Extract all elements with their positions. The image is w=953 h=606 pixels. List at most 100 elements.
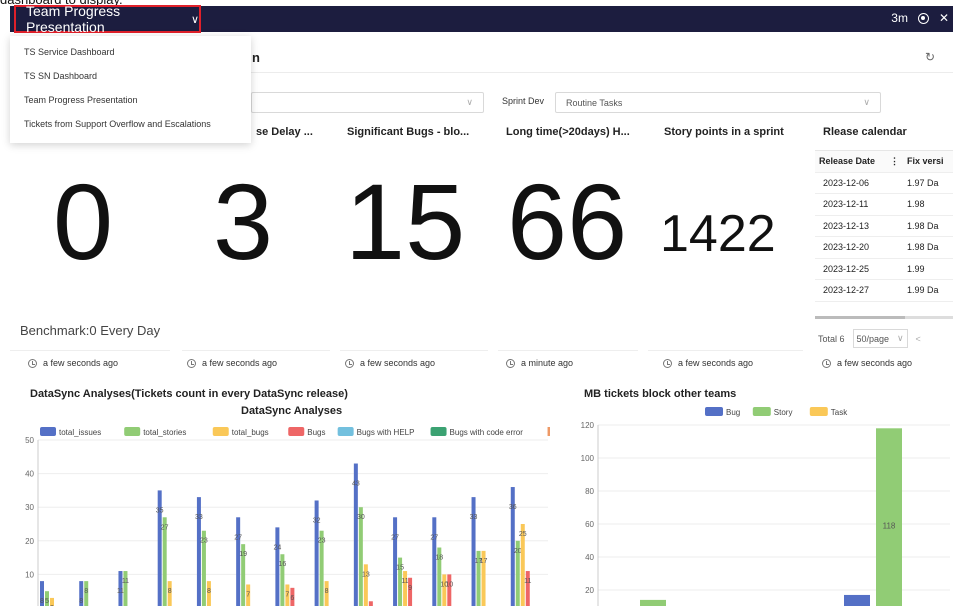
bar (358, 507, 363, 606)
filter-select-1[interactable]: ∨ (251, 92, 484, 113)
dashboard-menu: TS Service Dashboard TS SN Dashboard Tea… (10, 36, 251, 143)
legend-swatch (337, 427, 354, 436)
kpi-value-long-time: 66 (507, 161, 628, 282)
data-label: 33 (470, 514, 478, 521)
kpi-value-delay: 3 (213, 161, 274, 282)
legend-label: total_issues (59, 428, 101, 437)
data-label: 25 (519, 531, 527, 538)
datasync-chart: 10 20 30 40 50 total_issues total_stories total… (25, 427, 550, 606)
legend-label: Story (774, 408, 793, 417)
clock-icon (187, 358, 196, 368)
data-label: 43 (352, 481, 360, 488)
data-label: 11 (117, 588, 124, 595)
legend-label: Bugs (307, 428, 325, 437)
table-header: Release Date ⋮ Fix versi (815, 151, 953, 173)
data-label: 6 (290, 595, 294, 602)
legend-swatch (288, 427, 305, 436)
sprint-label: Sprint Dev (502, 96, 545, 106)
legend-swatch (124, 427, 141, 436)
card-title-long-time: Long time(>20days) H... (506, 126, 630, 138)
bar (447, 574, 452, 606)
data-label: 30 (357, 514, 365, 521)
card-divider (340, 350, 488, 351)
data-label: 27 (234, 534, 242, 541)
data-label: 23 (318, 538, 326, 545)
menu-item-tickets-support[interactable]: Tickets from Support Overflow and Escala… (10, 112, 251, 136)
bar (408, 577, 413, 606)
updated-delay: a few seconds ago (187, 358, 277, 368)
prev-page-icon[interactable]: < (916, 334, 921, 344)
updated-release-calendar: a few seconds ago (822, 358, 912, 368)
data-label: 8 (325, 588, 329, 595)
y-tick-label: 80 (585, 487, 594, 496)
menu-item-team-progress[interactable]: Team Progress Presentation (10, 88, 251, 112)
data-label: 33 (195, 514, 203, 521)
legend-swatch (212, 427, 229, 436)
data-label: 27 (430, 534, 438, 541)
close-icon[interactable]: ✕ (939, 11, 949, 25)
total-count: Total 6 (818, 333, 845, 344)
data-label: 23 (200, 538, 208, 545)
menu-item-ts-service[interactable]: TS Service Dashboard (10, 40, 251, 64)
column-menu-icon[interactable]: ⋮ (890, 156, 899, 167)
data-label: 7 (285, 591, 289, 598)
legend-label: Bugs with HELP (357, 428, 415, 437)
legend-label: total_bugs (232, 428, 269, 437)
column-header-fix-version[interactable]: Fix versi (905, 156, 944, 166)
bar (876, 428, 902, 606)
data-label: 24 (273, 544, 281, 551)
table-row[interactable]: 2023-12-11 1.98 (815, 194, 953, 216)
mb-chart: 20 40 60 80 100 120 Bug Story Task 118 (581, 407, 950, 606)
datasync-chart-title: DataSync Analyses (241, 405, 343, 417)
table-row[interactable]: 2023-12-27 1.99 Da (815, 280, 953, 302)
data-label: 13 (362, 571, 370, 578)
record-icon[interactable] (917, 12, 929, 24)
data-label: 36 (509, 504, 517, 511)
y-tick-label: 50 (25, 436, 34, 445)
top-bar: Team Progress Presentation ∨ 3m ✕ (10, 3, 953, 35)
dashboard-select-label: Team Progress Presentation (26, 3, 121, 35)
table-row[interactable]: 2023-12-20 1.98 Da (815, 237, 953, 259)
kpi-value-bugs: 15 (345, 161, 466, 282)
data-label: 5 (45, 598, 49, 605)
bar (640, 599, 666, 606)
y-tick-label: 40 (585, 553, 594, 562)
menu-item-ts-sn[interactable]: TS SN Dashboard (10, 64, 251, 88)
updated-bugs: a few seconds ago (345, 358, 435, 368)
legend-swatch (705, 407, 723, 416)
data-label: 27 (161, 524, 169, 531)
page-size-select[interactable]: 50/page ∨ (852, 329, 908, 348)
refresh-interval[interactable]: 3m (891, 11, 908, 25)
updated-first: a few seconds ago (28, 358, 118, 368)
bar (525, 571, 530, 606)
clock-icon (663, 358, 672, 368)
clock-icon (822, 358, 831, 368)
data-label: 18 (435, 555, 443, 562)
data-label: 8 (168, 588, 172, 595)
column-header-release-date[interactable]: Release Date ⋮ (815, 156, 905, 167)
dashboard-select[interactable]: Team Progress Presentation ∨ (14, 3, 201, 35)
refresh-icon[interactable]: ↻ (925, 50, 935, 64)
data-label: 9 (408, 585, 412, 592)
legend-label: Bug (726, 408, 740, 417)
chevron-down-icon: ∨ (466, 97, 473, 107)
bar (368, 601, 373, 606)
table-scrollbar[interactable] (815, 316, 953, 319)
data-label: 15 (396, 565, 404, 572)
table-row[interactable]: 2023-12-25 1.99 (815, 259, 953, 280)
y-tick-label: 20 (585, 586, 594, 595)
table-row[interactable]: 2023-12-06 1.97 Da (815, 173, 953, 194)
card-divider (648, 350, 803, 351)
data-label: 35 (156, 507, 164, 514)
legend-label: Task (831, 408, 848, 417)
data-label: 27 (391, 534, 399, 541)
chevron-down-icon: ∨ (863, 97, 870, 107)
card-title-delay: se Delay ... (256, 126, 313, 138)
card-divider (498, 350, 638, 351)
legend-swatch (40, 427, 56, 436)
data-label: 19 (239, 551, 247, 558)
sprint-select[interactable]: Routine Tasks ∨ (555, 92, 881, 113)
data-label: 32 (313, 517, 321, 524)
mb-section-title: MB tickets block other teams (584, 388, 737, 400)
table-row[interactable]: 2023-12-13 1.98 Da (815, 216, 953, 237)
